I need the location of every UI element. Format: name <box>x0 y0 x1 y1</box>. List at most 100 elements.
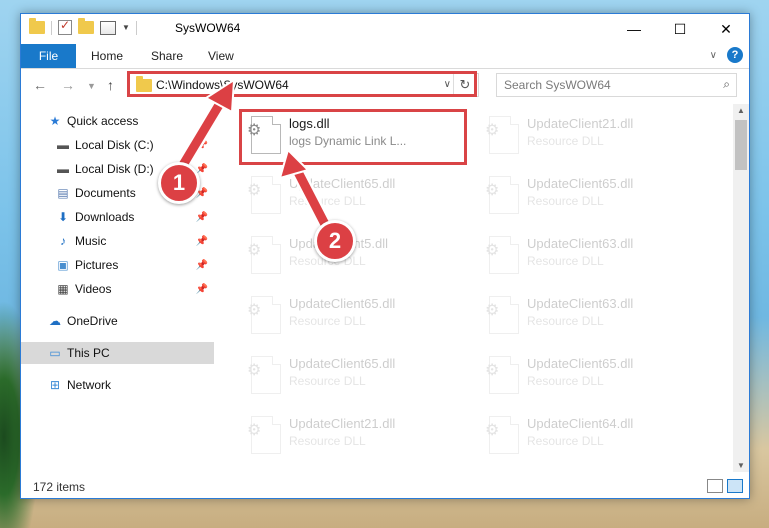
sidebar-item-onedrive[interactable]: ☁ OneDrive <box>21 310 214 332</box>
sidebar-item-music[interactable]: ♪ Music 📌 <box>21 230 214 252</box>
pictures-icon: ▣ <box>57 258 69 272</box>
sidebar-item-label: Videos <box>75 282 112 296</box>
gear-icon: ⚙ <box>485 122 500 139</box>
sidebar-item-this-pc[interactable]: ▭ This PC <box>21 342 214 364</box>
file-name: UpdateClient63.dll <box>527 296 634 311</box>
minimize-button[interactable]: — <box>611 14 657 44</box>
step-badge-2: 2 <box>314 220 356 262</box>
sidebar-item-downloads[interactable]: ⬇ Downloads 📌 <box>21 206 214 228</box>
sidebar-item-videos[interactable]: ▦ Videos 📌 <box>21 278 214 300</box>
tab-view[interactable]: View <box>208 49 234 63</box>
sidebar-item-label: Documents <box>75 186 136 200</box>
sidebar-item-label: Quick access <box>67 114 139 128</box>
search-placeholder: Search SysWOW64 <box>504 78 611 92</box>
quick-access-toolbar: ▼ <box>29 18 137 35</box>
folder-icon <box>136 76 152 92</box>
file-name: UpdateClient65.dll <box>289 296 396 311</box>
file-name: UpdateClient65.dll <box>527 176 634 191</box>
file-highlight-box <box>239 109 467 165</box>
pin-icon: 📌 <box>195 283 208 295</box>
file-description: Resource DLL <box>527 314 604 328</box>
file-item[interactable]: ⚙ UpdateClient63.dll Resource DLL <box>481 290 711 346</box>
sidebar-item-quick-access[interactable]: ★ Quick access <box>21 110 214 132</box>
file-item[interactable]: ⚙ UpdateClient65.dll Resource DLL <box>481 350 711 406</box>
pin-icon: 📌 <box>195 259 208 271</box>
properties-check-icon[interactable] <box>58 18 72 35</box>
sidebar-item-pictures[interactable]: ▣ Pictures 📌 <box>21 254 214 276</box>
back-arrow-icon[interactable]: ← <box>33 77 47 93</box>
search-input[interactable]: Search SysWOW64 ⌕ <box>496 73 737 97</box>
address-path[interactable]: C:\Windows\SysWOW64 <box>156 78 289 92</box>
step-badge-1: 1 <box>158 162 200 204</box>
help-icon[interactable]: ? <box>727 47 743 63</box>
file-name: UpdateClient64.dll <box>527 416 634 431</box>
drive-icon: ▬ <box>57 138 69 152</box>
videos-icon: ▦ <box>57 282 69 296</box>
maximize-button[interactable]: ☐ <box>657 14 703 44</box>
star-icon: ★ <box>49 114 61 128</box>
file-item[interactable]: ⚙ UpdateClient21.dll Resource DLL <box>481 110 711 166</box>
sidebar-item-label: Local Disk (C:) <box>75 138 154 152</box>
expand-ribbon-icon[interactable]: ∨ <box>710 50 717 61</box>
refresh-icon[interactable]: ↻ <box>453 74 476 96</box>
file-item[interactable]: ⚙ UpdateClient65.dll Resource DLL <box>243 290 473 346</box>
file-description: Resource DLL <box>527 434 604 448</box>
file-item[interactable]: ⚙ UpdateClient5.dll Resource DLL <box>243 230 473 286</box>
tab-home[interactable]: Home <box>91 49 123 63</box>
vertical-scrollbar[interactable]: ▲ ▼ <box>733 104 749 472</box>
file-name: UpdateClient65.dll <box>289 176 396 191</box>
scrollbar-thumb[interactable] <box>735 120 747 170</box>
chevron-down-icon[interactable]: ▼ <box>122 23 130 32</box>
sidebar-item-label: Network <box>67 378 112 392</box>
forward-arrow-icon[interactable]: → <box>61 77 75 93</box>
sidebar-item-label: OneDrive <box>67 314 118 328</box>
tab-share[interactable]: Share <box>151 49 183 63</box>
pin-icon: 📌 <box>195 235 208 247</box>
sidebar-item-label: Pictures <box>75 258 119 272</box>
file-item[interactable]: ⚙ UpdateClient65.dll Resource DLL <box>243 170 473 226</box>
recent-locations-icon[interactable]: ▼ <box>87 81 96 91</box>
file-description: Resource DLL <box>527 194 604 208</box>
sidebar-item-label: This PC <box>67 346 110 360</box>
up-arrow-icon[interactable]: ↑ <box>107 77 114 93</box>
navigation-bar: ← → ▼ ↑ C:\Windows\SysWOW64 ∨ ↻ Search S… <box>21 69 749 103</box>
onedrive-icon: ☁ <box>49 314 61 328</box>
network-icon: ⊞ <box>49 378 61 392</box>
new-folder-icon[interactable] <box>78 18 94 34</box>
tiles-view-icon[interactable] <box>727 479 743 493</box>
sidebar-item-network[interactable]: ⊞ Network <box>21 374 214 396</box>
file-name: UpdateClient63.dll <box>527 236 634 251</box>
chevron-down-icon[interactable]: ∨ <box>444 79 451 90</box>
download-icon: ⬇ <box>57 210 69 224</box>
gear-icon: ⚙ <box>485 302 500 319</box>
title-bar: ▼ SysWOW64 — ☐ ✕ <box>21 14 749 44</box>
customize-qat-icon[interactable] <box>100 20 116 35</box>
details-view-icon[interactable] <box>707 479 723 493</box>
file-name: UpdateClient65.dll <box>289 356 396 371</box>
scroll-up-icon[interactable]: ▲ <box>737 106 745 115</box>
folder-icon <box>29 18 45 34</box>
window-title: SysWOW64 <box>175 21 241 35</box>
tab-file[interactable]: File <box>21 44 76 68</box>
sidebar-item-local-disk-c[interactable]: ▬ Local Disk (C:) 📌 <box>21 134 214 156</box>
sidebar-item-label: Music <box>75 234 107 248</box>
close-button[interactable]: ✕ <box>703 14 749 44</box>
file-item[interactable]: ⚙ UpdateClient65.dll Resource DLL <box>243 350 473 406</box>
address-bar[interactable]: C:\Windows\SysWOW64 ∨ ↻ <box>129 73 479 97</box>
file-description: Resource DLL <box>527 374 604 388</box>
documents-icon: ▤ <box>57 186 69 200</box>
file-item[interactable]: ⚙ UpdateClient21.dll Resource DLL <box>243 410 473 466</box>
gear-icon: ⚙ <box>247 242 262 259</box>
ribbon-right-controls: ∨ ? <box>710 47 743 63</box>
pin-icon: 📌 <box>195 211 208 223</box>
file-item[interactable]: ⚙ UpdateClient65.dll Resource DLL <box>481 170 711 226</box>
view-toggle <box>707 479 743 493</box>
file-item[interactable]: ⚙ UpdateClient63.dll Resource DLL <box>481 230 711 286</box>
scroll-down-icon[interactable]: ▼ <box>737 461 745 470</box>
file-explorer-window: ▼ SysWOW64 — ☐ ✕ File Home Share View ∨ … <box>20 13 750 499</box>
file-item[interactable]: ⚙ UpdateClient64.dll Resource DLL <box>481 410 711 466</box>
gear-icon: ⚙ <box>485 422 500 439</box>
sidebar-item-label: Local Disk (D:) <box>75 162 154 176</box>
file-name: UpdateClient21.dll <box>289 416 396 431</box>
search-icon[interactable]: ⌕ <box>723 77 730 92</box>
